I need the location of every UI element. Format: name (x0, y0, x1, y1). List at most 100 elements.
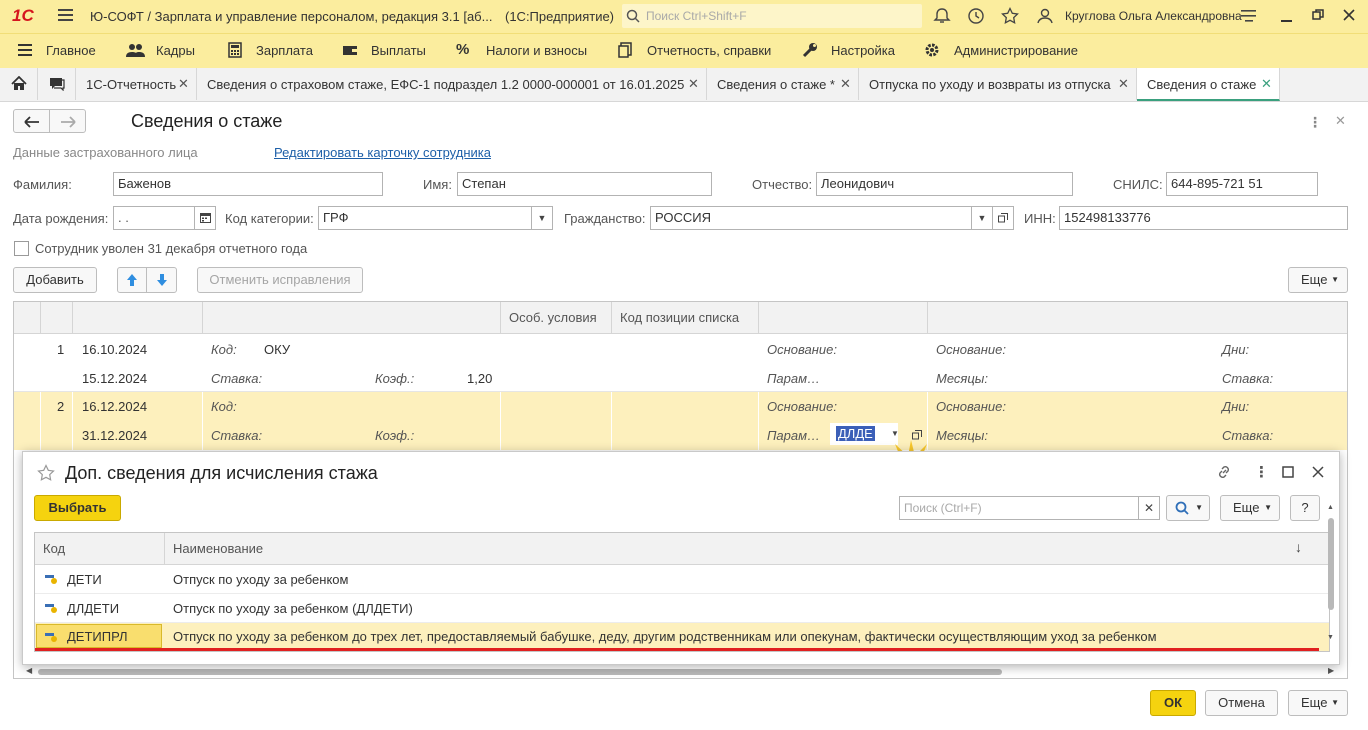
scrollbar-thumb[interactable] (38, 669, 1002, 675)
user-name[interactable]: Круглова Ольга Александровна (1065, 9, 1242, 23)
row-date-end[interactable]: 31.12.2024 (82, 428, 147, 443)
move-up-button[interactable] (117, 267, 147, 293)
menu-item-taxes[interactable]: Налоги и взносы (486, 43, 587, 58)
menu-item-settings[interactable]: Настройка (831, 43, 895, 58)
snils-field[interactable]: 644-895-721 51 (1166, 172, 1318, 196)
footer-more-button[interactable]: Еще ▼ (1288, 690, 1348, 716)
coef-value[interactable]: 1,20 (467, 371, 492, 386)
row-date-start[interactable]: 16.10.2024 (82, 342, 147, 357)
form-more-button[interactable]: Еще ▼ (1288, 267, 1348, 293)
footer-more-label: Еще (1301, 695, 1328, 710)
calendar-button[interactable] (194, 206, 216, 230)
main-menu-icon[interactable] (58, 8, 74, 25)
search-options-button[interactable]: ▼ (1166, 495, 1210, 521)
category-dropdown-button[interactable]: ▼ (531, 206, 553, 230)
tab-stazh[interactable]: Сведения о стаже ✕ (1137, 68, 1280, 101)
wrench-icon (802, 42, 818, 58)
select-button[interactable]: Выбрать (34, 495, 121, 521)
row-date-start[interactable]: 16.12.2024 (82, 399, 147, 414)
patronymic-field[interactable]: Леонидович (816, 172, 1073, 196)
close-tab-icon[interactable]: ✕ (1118, 76, 1129, 92)
history-icon[interactable] (967, 7, 985, 28)
menu-item-salary[interactable]: Зарплата (256, 43, 313, 58)
citizenship-dropdown-button[interactable]: ▼ (971, 206, 993, 230)
scroll-right-icon[interactable]: ▶ (1328, 666, 1334, 675)
scrollbar-thumb[interactable] (1328, 518, 1334, 610)
arrow-up-icon (127, 274, 137, 286)
col-name[interactable]: Наименование (173, 541, 263, 556)
cancel-button[interactable]: Отмена (1205, 690, 1278, 716)
global-search-input[interactable]: Поиск Ctrl+Shift+F (622, 4, 922, 28)
link-icon[interactable] (1216, 464, 1232, 480)
restore-icon[interactable] (1312, 9, 1324, 24)
tab-1c-reporting[interactable]: 1С-Отчетность ✕ (76, 68, 197, 100)
form-more-icon[interactable]: ⋮ (1308, 114, 1322, 131)
citizenship-field[interactable]: РОССИЯ (650, 206, 972, 230)
list-item-selected[interactable]: ДЕТИПРЛ Отпуск по уходу за ребенком до т… (35, 623, 1329, 651)
surname-field[interactable]: Баженов (113, 172, 383, 196)
maximize-icon[interactable] (1282, 466, 1294, 478)
tab-home[interactable] (0, 68, 38, 100)
menu-item-hr[interactable]: Кадры (156, 43, 195, 58)
tab-label: 1С-Отчетность (86, 77, 177, 92)
minimize-icon[interactable] (1281, 9, 1293, 26)
table-row-selected[interactable]: 2 16.12.2024 31.12.2024 Код: Ставка: Коэ… (14, 392, 1347, 450)
user-icon[interactable] (1036, 7, 1054, 28)
menu-hamburger-icon[interactable] (18, 42, 34, 58)
settings-sliders-icon[interactable] (1241, 9, 1257, 26)
list-item[interactable]: ДЕТИ Отпуск по уходу за ребенком (35, 565, 1329, 594)
star-outline-icon[interactable] (37, 464, 55, 482)
scroll-up-icon[interactable]: ▲ (1327, 504, 1334, 511)
dialog-more-icon[interactable]: ⋮ (1254, 463, 1269, 481)
bell-icon[interactable] (933, 7, 951, 28)
vertical-scrollbar[interactable]: ▲ ▼ (1326, 504, 1336, 650)
tab-stazh-modified[interactable]: Сведения о стаже * ✕ (707, 68, 859, 100)
close-tab-icon[interactable]: ✕ (1261, 76, 1272, 92)
clear-search-button[interactable]: ✕ (1138, 496, 1160, 520)
birth-date-field[interactable]: . . (113, 206, 195, 230)
code-value[interactable]: ОКУ (264, 342, 290, 357)
app-logo[interactable]: 1С (12, 6, 34, 26)
menu-item-main[interactable]: Главное (46, 43, 96, 58)
menu-item-admin[interactable]: Администрирование (954, 43, 1078, 58)
favorites-star-icon[interactable] (1001, 6, 1019, 28)
tab-leaves[interactable]: Отпуска по уходу и возвраты из отпуска ✕ (859, 68, 1137, 100)
forward-button[interactable] (49, 109, 86, 133)
scroll-left-icon[interactable]: ◀ (26, 666, 32, 675)
table-row[interactable]: 1 16.10.2024 15.12.2024 Код: ОКУ Ставка:… (14, 334, 1347, 392)
list-item[interactable]: ДЛДЕТИ Отпуск по уходу за ребенком (ДЛДЕ… (35, 594, 1329, 623)
dialog-close-icon[interactable] (1312, 466, 1324, 478)
close-tab-icon[interactable]: ✕ (840, 76, 851, 92)
tab-messages[interactable] (38, 68, 76, 100)
add-button[interactable]: Добавить (13, 267, 97, 293)
move-down-button[interactable] (146, 267, 177, 293)
scroll-down-icon[interactable]: ▼ (1327, 634, 1334, 641)
gear-icon (924, 42, 940, 58)
col-code[interactable]: Код (43, 541, 65, 556)
col-list-position-code[interactable]: Код позиции списка (620, 310, 739, 325)
cancel-corrections-button[interactable]: Отменить исправления (197, 267, 363, 293)
help-button[interactable]: ? (1290, 495, 1320, 521)
back-button[interactable] (13, 109, 50, 133)
close-tab-icon[interactable]: ✕ (688, 76, 699, 92)
close-tab-icon[interactable]: ✕ (178, 76, 189, 92)
col-special-conditions[interactable]: Особ. условия (509, 310, 597, 325)
menu-item-payments[interactable]: Выплаты (371, 43, 426, 58)
tab-efs1[interactable]: Сведения о страховом стаже, ЕФС-1 подраз… (197, 68, 707, 100)
edit-employee-link[interactable]: Редактировать карточку сотрудника (274, 145, 491, 160)
form-close-icon[interactable]: ✕ (1335, 113, 1346, 129)
close-window-icon[interactable] (1343, 9, 1355, 24)
sort-down-icon[interactable]: ↓ (1295, 539, 1302, 555)
row-date-end[interactable]: 15.12.2024 (82, 371, 147, 386)
dismissed-checkbox[interactable] (14, 241, 29, 256)
category-field[interactable]: ГРФ (318, 206, 532, 230)
menu-item-reports[interactable]: Отчетность, справки (647, 43, 771, 58)
ok-button[interactable]: ОК (1150, 690, 1196, 716)
citizenship-open-button[interactable] (992, 206, 1014, 230)
inn-field[interactable]: 152498133776 (1059, 206, 1348, 230)
param-dropdown-icon[interactable]: ▼ (891, 429, 899, 438)
dialog-search-input[interactable]: Поиск (Ctrl+F) (899, 496, 1139, 520)
horizontal-scrollbar[interactable]: ◀ ▶ (26, 666, 1336, 676)
name-field[interactable]: Степан (457, 172, 712, 196)
dialog-more-button[interactable]: Еще ▼ (1220, 495, 1280, 521)
